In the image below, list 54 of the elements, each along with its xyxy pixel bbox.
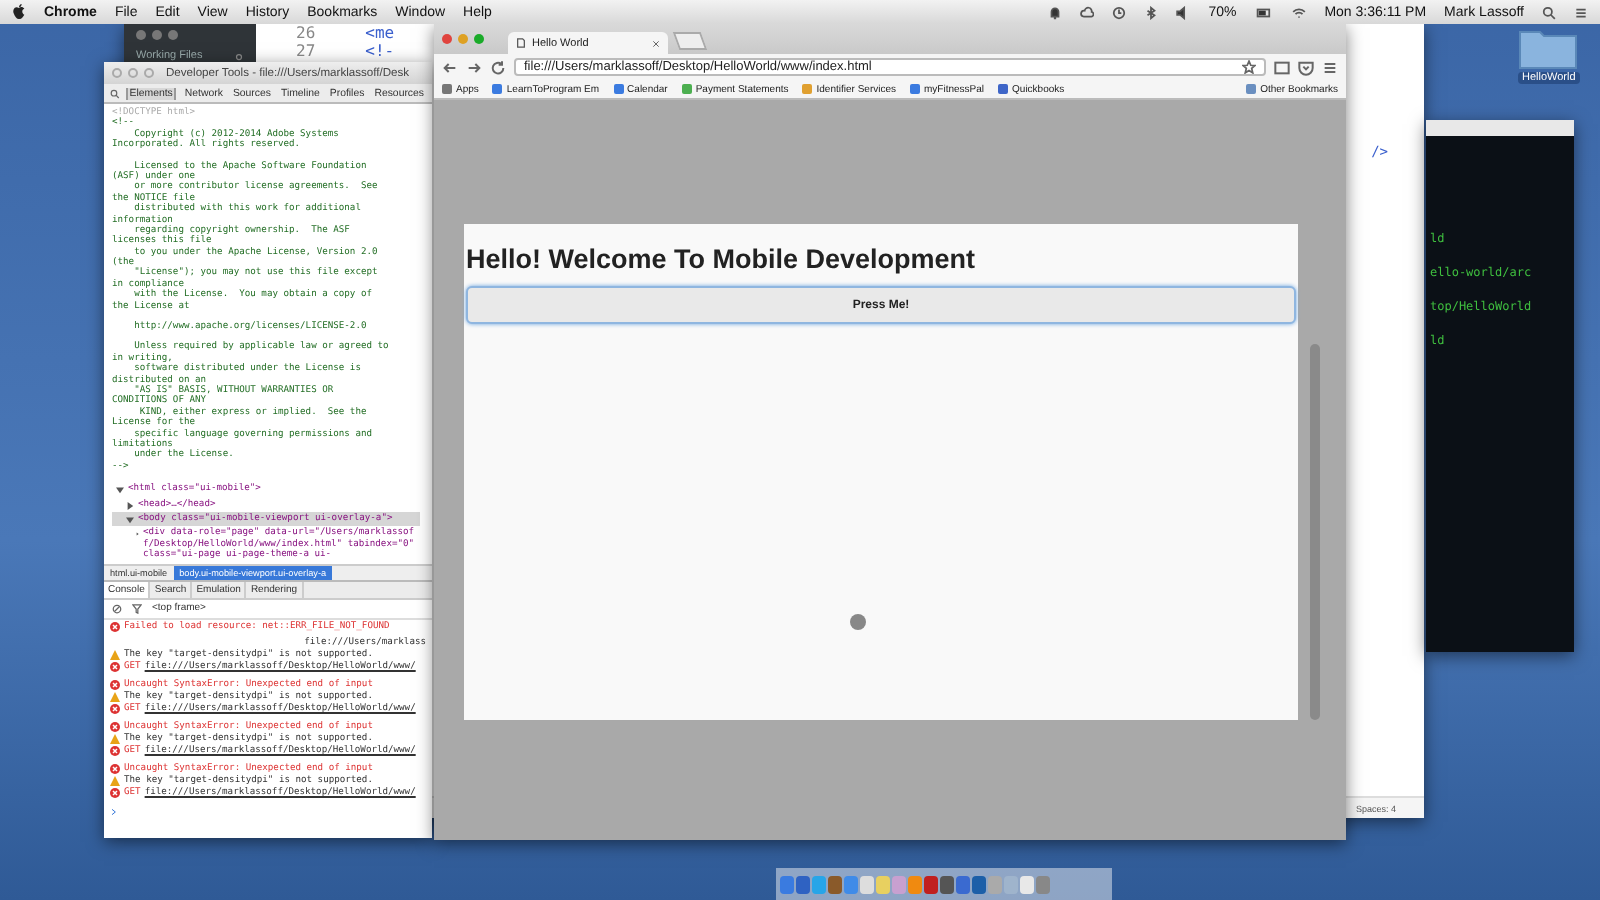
close-window-icon[interactable] <box>442 34 452 44</box>
zoom-window-icon[interactable] <box>474 34 484 44</box>
favicon-icon <box>681 84 692 94</box>
menu-icon[interactable] <box>1322 59 1338 75</box>
favicon-icon <box>998 84 1009 94</box>
star-icon[interactable] <box>1242 60 1256 74</box>
error-icon <box>110 704 120 715</box>
new-tab-button[interactable] <box>672 32 708 50</box>
cloud-icon <box>1080 5 1095 19</box>
reload-icon[interactable] <box>490 59 506 75</box>
warning-icon <box>110 734 120 745</box>
line-number: 27 <box>296 42 316 60</box>
minimize-window-icon[interactable] <box>458 34 468 44</box>
touch-cursor-icon <box>850 614 866 630</box>
favicon-icon <box>492 84 503 94</box>
search-icon[interactable] <box>110 87 120 99</box>
clock-icon <box>1112 5 1127 19</box>
prompt-chevron-icon[interactable] <box>110 808 118 816</box>
error-icon <box>110 746 120 757</box>
page-heading: Hello! Welcome To Mobile Development <box>466 244 978 274</box>
volume-icon <box>1176 5 1191 19</box>
favicon-icon <box>910 84 921 94</box>
favicon-icon <box>613 84 624 94</box>
forward-icon[interactable] <box>466 59 482 75</box>
favicon-icon <box>442 84 452 94</box>
line-number: 26 <box>296 24 316 42</box>
page-icon <box>516 38 526 48</box>
search-icon <box>1542 5 1556 19</box>
error-icon <box>110 788 120 799</box>
error-icon <box>110 662 120 673</box>
error-icon <box>110 722 120 733</box>
warning-icon <box>110 650 120 661</box>
scrollbar-thumb[interactable] <box>1310 344 1320 720</box>
gear-icon <box>234 51 244 61</box>
bluetooth-icon <box>1144 5 1159 19</box>
error-icon <box>110 764 120 775</box>
code-line: <!- <box>365 42 395 60</box>
error-icon <box>110 680 120 691</box>
code-line: <me <box>365 24 395 42</box>
back-icon[interactable] <box>442 59 458 75</box>
clear-icon[interactable] <box>112 603 122 614</box>
wifi-icon <box>1292 5 1307 19</box>
filter-icon[interactable] <box>132 603 142 614</box>
battery-icon <box>1254 5 1275 19</box>
list-icon <box>1574 5 1588 19</box>
folder-icon <box>1246 84 1257 94</box>
favicon-icon <box>802 84 813 94</box>
close-icon[interactable] <box>652 39 660 47</box>
warning-icon <box>110 692 120 703</box>
pocket-icon[interactable] <box>1298 59 1314 75</box>
apple-logo-icon[interactable] <box>12 4 26 20</box>
error-icon <box>110 622 120 633</box>
notification-icon <box>1048 5 1063 19</box>
warning-icon <box>110 776 120 787</box>
